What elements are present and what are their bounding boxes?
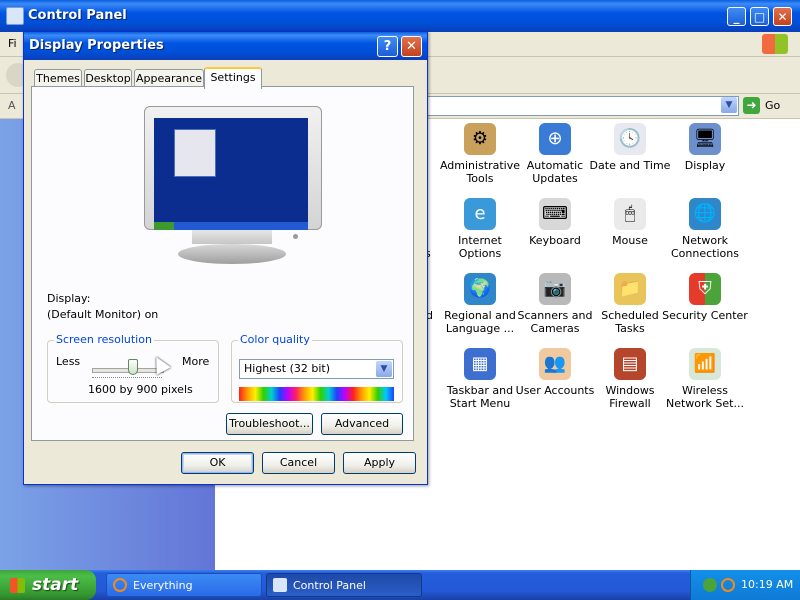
dialog-titlebar[interactable]: Display Properties ? ✕ [24,32,427,60]
windows-flag-icon [10,578,25,593]
cp-item-scheduled-tasks[interactable]: 📁 Scheduled Tasks [587,273,673,335]
troubleshoot-button[interactable]: Troubleshoot... [226,413,313,435]
help-button[interactable]: ? [377,36,398,57]
clock[interactable]: 10:19 AM [741,578,793,591]
tab-appearance[interactable]: Appearance [134,69,204,87]
scanners-cameras-icon: 📷 [539,273,571,305]
address-dropdown-icon[interactable]: ▼ [721,97,737,113]
start-button[interactable]: start [0,570,96,600]
advanced-button[interactable]: Advanced [321,413,403,435]
preview-start-button [154,222,174,230]
cp-item-scanners-cameras[interactable]: 📷 Scanners and Cameras [512,273,598,335]
cp-item-user-accounts[interactable]: 👥 User Accounts [512,348,598,397]
monitor-power-led [293,234,298,239]
monitor-neck [192,230,272,244]
admin-tools-icon: ⚙ [464,123,496,155]
apply-button[interactable]: Apply [343,452,416,474]
taskbar-item-control-panel[interactable]: Control Panel [266,573,422,597]
taskbar: start Everything Control Panel 10:19 AM [0,570,800,600]
regional-language-icon: 🌍 [464,273,496,305]
address-input[interactable] [415,96,739,116]
monitor-body [144,106,322,239]
taskbar-item-everything[interactable]: Everything [106,573,262,597]
cp-item-regional-language[interactable]: 🌍 Regional and Language ... [437,273,523,335]
user-accounts-icon: 👥 [539,348,571,380]
window-title: Control Panel [28,8,127,23]
monitor-screen [154,118,308,230]
color-quality-title: Color quality [238,333,312,346]
color-quality-select[interactable]: Highest (32 bit) ▼ [239,359,394,379]
cp-item-network-connections[interactable]: 🌐 Network Connections [662,198,748,260]
menu-file[interactable]: Fi [8,37,17,50]
date-time-icon: 🕓 [614,123,646,155]
security-center-icon: ⛨ [689,273,721,305]
resolution-slider-ticks [92,377,162,381]
cp-item-security-center[interactable]: ⛨ Security Center [662,273,748,322]
task-label: Everything [133,579,193,592]
windows-logo-icon [762,34,788,54]
cp-item-wireless-network-setup[interactable]: 📶 Wireless Network Set... [662,348,748,410]
ok-button[interactable]: OK [181,452,254,474]
screen-resolution-title: Screen resolution [54,333,154,346]
display-value: (Default Monitor) on [47,308,159,321]
close-button[interactable]: ✕ [773,7,792,26]
mouse-icon: 🖱 [614,198,646,230]
automatic-updates-icon: ⊕ [539,123,571,155]
search-icon [113,578,127,592]
windows-firewall-icon: ▤ [614,348,646,380]
control-panel-icon [6,7,24,25]
control-panel-titlebar[interactable]: Control Panel _ □ ✕ [0,0,800,32]
color-spectrum-bar [239,387,394,401]
cp-item-internet-options[interactable]: e Internet Options [437,198,523,260]
resolution-slider-thumb[interactable] [128,359,138,375]
go-label: Go [765,99,781,112]
display-icon: 🖥 [689,123,721,155]
monitor-preview [144,106,322,266]
cp-item-keyboard[interactable]: ⌨ Keyboard [512,198,598,247]
keyboard-icon: ⌨ [539,198,571,230]
display-label: Display: [47,292,91,305]
cp-item-windows-firewall[interactable]: ▤ Windows Firewall [587,348,673,410]
internet-options-icon: e [464,198,496,230]
color-quality-group: Color quality Highest (32 bit) ▼ [231,333,403,403]
color-quality-value: Highest (32 bit) [244,362,331,375]
screen-resolution-group: Screen resolution Less More 1600 by 900 … [47,333,219,403]
cp-item-display[interactable]: 🖥 Display [662,123,748,172]
taskbar-startmenu-icon: ▦ [464,348,496,380]
cp-item-taskbar-start-menu[interactable]: ▦ Taskbar and Start Menu [437,348,523,410]
cp-item-mouse[interactable]: 🖱 Mouse [587,198,673,247]
cp-item-automatic-updates[interactable]: ⊕ Automatic Updates [512,123,598,185]
minimize-button[interactable]: _ [727,7,746,26]
resolution-value: 1600 by 900 pixels [88,383,193,396]
control-panel-icon [273,578,287,592]
chevron-down-icon[interactable]: ▼ [376,361,392,377]
maximize-button[interactable]: □ [750,7,769,26]
display-properties-dialog: Display Properties ? ✕ Themes Desktop Ap… [23,31,428,485]
tab-desktop[interactable]: Desktop [84,69,132,87]
tab-settings[interactable]: Settings [204,67,262,89]
system-tray: 10:19 AM [690,570,800,600]
cp-item-date-and-time[interactable]: 🕓 Date and Time [587,123,673,172]
preview-taskbar [154,222,308,230]
search-tray-icon[interactable] [721,578,735,592]
address-label: A [8,99,16,112]
dialog-close-button[interactable]: ✕ [401,36,422,57]
settings-panel: Display: (Default Monitor) on Screen res… [31,86,414,441]
less-label: Less [56,355,81,368]
cancel-button[interactable]: Cancel [262,452,335,474]
task-label: Control Panel [293,579,366,592]
tab-themes[interactable]: Themes [34,69,82,87]
scheduled-tasks-icon: 📁 [614,273,646,305]
go-button[interactable]: ➜ Go [743,96,793,115]
preview-window [174,129,216,177]
cp-item-administrative-tools[interactable]: ⚙ Administrative Tools [437,123,523,185]
wireless-network-icon: 📶 [689,348,721,380]
network-connections-icon: 🌐 [689,198,721,230]
start-label: start [32,575,79,595]
network-tray-icon[interactable] [703,578,717,592]
dialog-title: Display Properties [29,38,164,53]
go-arrow-icon: ➜ [743,97,760,114]
more-label: More [182,355,210,368]
monitor-stand [178,244,286,264]
